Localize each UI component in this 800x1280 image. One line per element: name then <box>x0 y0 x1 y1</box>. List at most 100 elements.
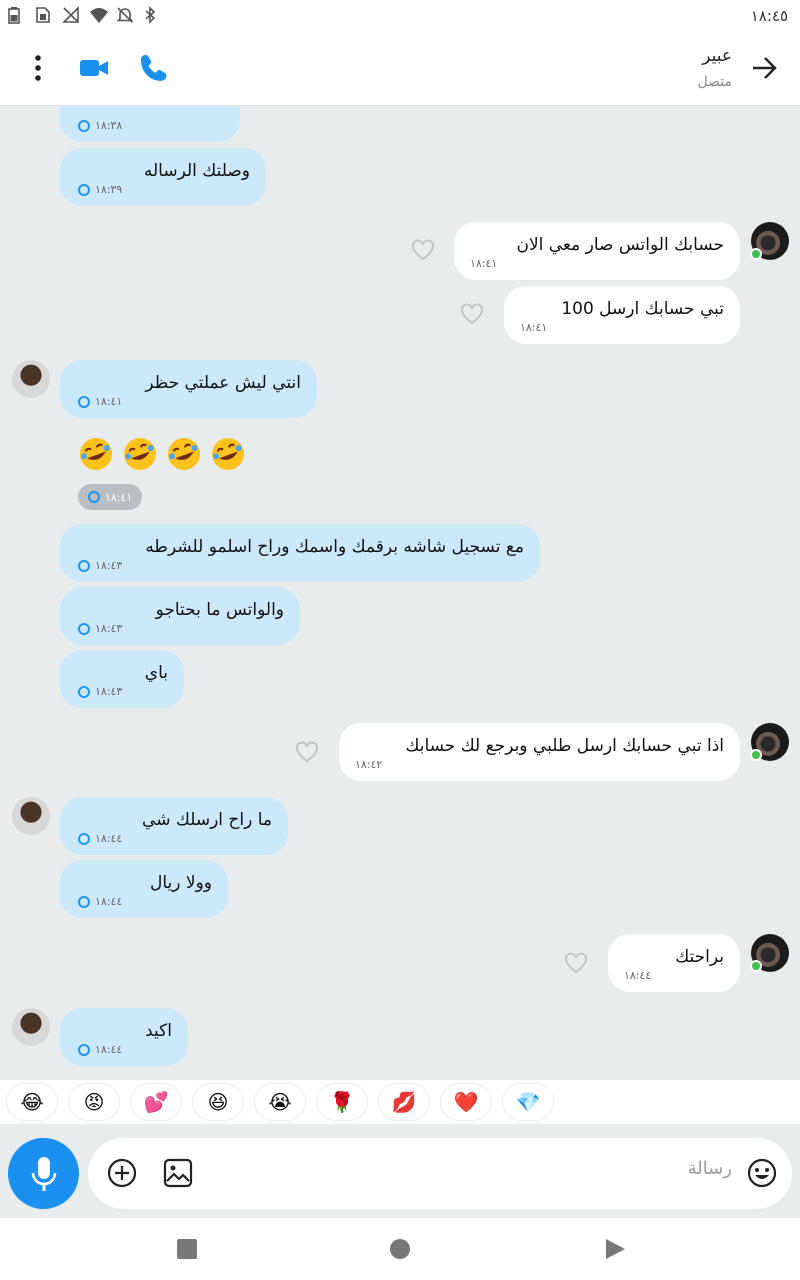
sim-icon <box>35 6 51 24</box>
heart-icon <box>296 741 318 763</box>
home-button[interactable] <box>389 1238 411 1260</box>
square-icon <box>177 1239 197 1259</box>
message-text: مع تسجيل شاشه برقمك واسمك وراح اسلمو للش… <box>145 537 524 557</box>
rofl-emoji-icon <box>212 438 244 470</box>
reaction-hearts[interactable]: 💕 <box>130 1083 182 1121</box>
message-meta: ١٨:٤٣ <box>78 685 122 698</box>
message-bubble[interactable]: انتي ليش عملتي حظر ١٨:٤١ <box>60 360 317 418</box>
reaction-laugh[interactable]: 😂 <box>6 1083 58 1121</box>
message-bubble[interactable]: حسابك الواتس صار معي الان ١٨:٤١ <box>454 222 740 280</box>
video-camera-icon <box>80 60 108 76</box>
message-meta: ١٨:٤٤ <box>78 832 122 845</box>
composer <box>0 1130 800 1218</box>
message-text: اذا تبي حسابك ارسل طلبي وبرجع لك حسابك <box>405 736 724 756</box>
status-time: ١٨:٤٥ <box>750 7 788 25</box>
message-list[interactable]: ١٨:٣٨ وصلتك الرساله ١٨:٣٩ حسابك الواتس ص… <box>0 106 800 1080</box>
avatar[interactable] <box>12 797 50 835</box>
reaction-rose[interactable]: 🌹 <box>316 1083 368 1121</box>
contact-name[interactable]: عبير <box>702 46 732 66</box>
back-nav-button[interactable] <box>604 1238 626 1260</box>
message-bubble[interactable]: ما راح ارسلك شي ١٨:٤٤ <box>60 797 288 855</box>
reaction-kiss[interactable]: 💋 <box>378 1083 430 1121</box>
recents-button[interactable] <box>176 1238 198 1260</box>
message-bubble[interactable]: مع تسجيل شاشه برقمك واسمك وراح اسلمو للش… <box>60 524 540 582</box>
sent-status-icon <box>78 832 90 845</box>
message-bubble[interactable]: اذا تبي حسابك ارسل طلبي وبرجع لك حسابك ١… <box>339 723 740 781</box>
status-icons <box>8 6 159 24</box>
video-call-button[interactable] <box>78 52 110 84</box>
reaction-grin[interactable]: 😆 <box>192 1083 244 1121</box>
voice-call-button[interactable] <box>138 52 170 84</box>
sent-status-icon <box>78 622 90 635</box>
online-indicator <box>750 960 762 972</box>
message-meta: ١٨:٤٤ <box>78 1043 122 1056</box>
message-text: انتي ليش عملتي حظر <box>145 373 301 393</box>
message-meta: ١٨:٤١ <box>520 321 548 334</box>
message-input[interactable] <box>312 1158 732 1179</box>
message-text: وولا ريال <box>150 873 212 893</box>
avatar[interactable] <box>12 1008 50 1046</box>
status-bar: ١٨:٤٥ <box>0 0 800 34</box>
rofl-emoji-icon <box>168 438 200 470</box>
message-meta: ١٨:٣٩ <box>78 183 122 196</box>
message-meta: ١٨:٣٨ <box>78 119 122 132</box>
emoji-picker-button[interactable] <box>746 1157 778 1189</box>
message-text: تبي حسابك ارسل 100 <box>561 299 724 319</box>
message-meta: ١٨:٤١ <box>470 257 498 270</box>
battery-icon <box>8 6 24 24</box>
chat-header: عبير متصل <box>0 34 800 106</box>
message-bubble[interactable]: وصلتك الرساله ١٨:٣٩ <box>60 148 266 206</box>
message-bubble[interactable]: باي ١٨:٤٣ <box>60 650 184 708</box>
online-indicator <box>750 749 762 761</box>
emoji-message[interactable] <box>78 436 246 472</box>
reaction-angry[interactable]: 😡 <box>68 1083 120 1121</box>
notifications-off-icon <box>116 6 134 24</box>
heart-icon <box>412 239 434 261</box>
like-button[interactable] <box>294 740 320 764</box>
message-meta: ١٨:٤٤ <box>78 895 122 908</box>
sent-status-icon <box>87 491 100 503</box>
sent-status-icon <box>78 895 90 908</box>
message-meta: ١٨:٤١ <box>78 484 142 510</box>
sent-status-icon <box>78 685 90 698</box>
message-bubble[interactable]: اكيد ١٨:٤٤ <box>60 1008 188 1066</box>
reaction-heart[interactable]: ❤️ <box>440 1083 492 1121</box>
like-button[interactable] <box>410 238 436 262</box>
bluetooth-icon <box>143 6 159 24</box>
message-text: ما راح ارسلك شي <box>142 810 272 830</box>
wifi-icon <box>89 6 108 24</box>
triangle-play-icon <box>606 1239 625 1259</box>
message-meta: ١٨:٤٢ <box>355 758 383 771</box>
no-signal-icon <box>62 6 79 24</box>
arrow-right-icon <box>753 57 777 79</box>
like-button[interactable] <box>563 951 589 975</box>
sent-status-icon <box>78 1043 90 1056</box>
message-meta: ١٨:٤٤ <box>624 969 652 982</box>
sent-status-icon <box>78 395 90 408</box>
more-options-button[interactable] <box>22 52 54 84</box>
like-button[interactable] <box>459 302 485 326</box>
sent-status-icon <box>78 559 90 572</box>
reaction-gem[interactable]: 💎 <box>502 1083 554 1121</box>
gallery-button[interactable] <box>162 1157 194 1189</box>
message-text: براحتك <box>675 947 724 967</box>
reaction-cry[interactable]: 😭 <box>254 1083 306 1121</box>
message-text: حسابك الواتس صار معي الان <box>516 235 724 255</box>
message-meta: ١٨:٤٣ <box>78 559 122 572</box>
message-bubble[interactable]: والواتس ما بحتاجو ١٨:٤٣ <box>60 587 300 645</box>
message-text: اكيد <box>145 1021 172 1041</box>
message-bubble[interactable]: براحتك ١٨:٤٤ <box>608 934 740 992</box>
message-bubble[interactable]: وولا ريال ١٨:٤٤ <box>60 860 228 918</box>
message-meta: ١٨:٤٣ <box>78 622 122 635</box>
message-bubble[interactable]: ١٨:٣٨ <box>60 106 240 142</box>
attach-button[interactable] <box>106 1157 138 1189</box>
microphone-icon <box>31 1156 56 1191</box>
message-input-box <box>88 1138 792 1209</box>
system-nav-bar <box>0 1218 800 1280</box>
back-button[interactable] <box>750 54 778 82</box>
message-bubble[interactable]: تبي حسابك ارسل 100 ١٨:٤١ <box>504 286 740 344</box>
voice-record-button[interactable] <box>8 1138 79 1209</box>
avatar[interactable] <box>12 360 50 398</box>
heart-icon <box>565 952 587 974</box>
circle-icon <box>390 1239 410 1259</box>
